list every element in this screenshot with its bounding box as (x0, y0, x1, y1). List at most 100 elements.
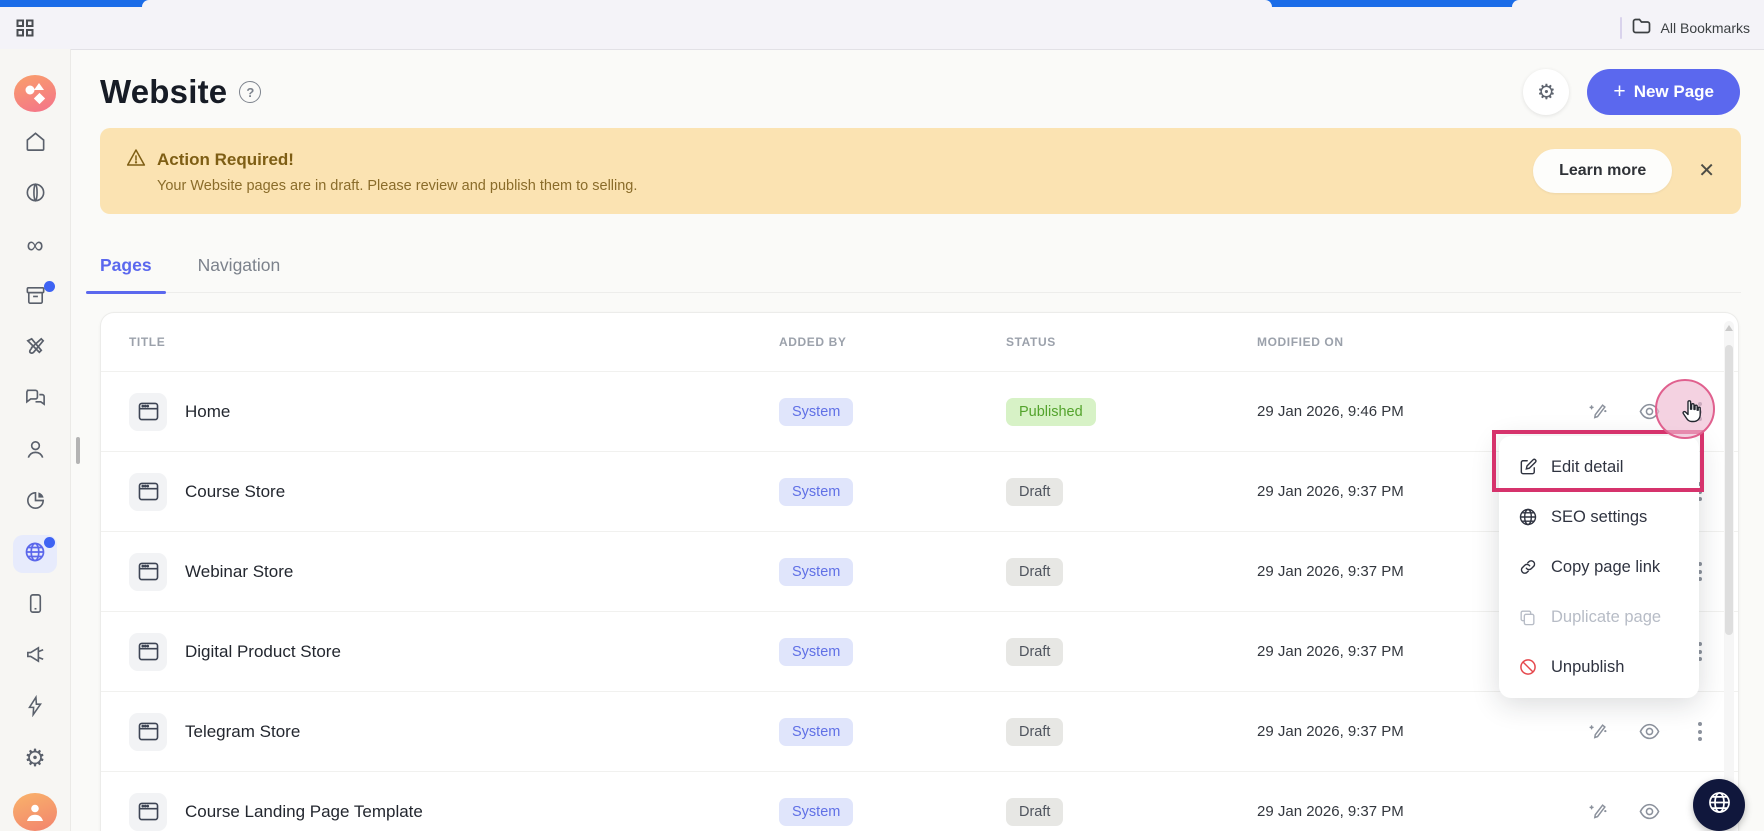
status-badge: Draft (1006, 717, 1064, 746)
edit-wand-icon[interactable] (1586, 800, 1610, 824)
table-header: TITLE ADDED BY STATUS MODIFIED ON (101, 313, 1738, 371)
website-floating-button[interactable] (1693, 779, 1745, 831)
page-icon (129, 392, 167, 431)
page-icon (129, 472, 167, 511)
sidebar-item-contacts[interactable] (13, 432, 57, 470)
click-highlight-circle (1655, 379, 1715, 439)
close-icon[interactable]: ✕ (1698, 161, 1715, 181)
row-title: Digital Product Store (185, 641, 341, 661)
archive-icon (24, 284, 47, 312)
edit-wand-icon[interactable] (1586, 400, 1610, 424)
modified-on: 29 Jan 2026, 9:37 PM (1257, 723, 1404, 740)
row-title: Home (185, 401, 231, 421)
row-title: Webinar Store (185, 561, 294, 581)
status-badge: Draft (1006, 797, 1064, 826)
table-row[interactable]: Telegram Store System Draft 29 Jan 2026,… (101, 691, 1738, 771)
duplicate-icon (1517, 607, 1538, 628)
panel-drag-handle[interactable] (76, 437, 80, 464)
page-icon (129, 552, 167, 591)
globe-icon (1706, 789, 1733, 821)
tools-icon (24, 335, 47, 363)
infinity-icon: ∞ (26, 232, 44, 260)
row-title: Course Store (185, 481, 286, 501)
table-row[interactable]: Digital Product Store System Draft 29 Ja… (101, 611, 1738, 691)
status-badge: Draft (1006, 477, 1064, 506)
row-title: Telegram Store (185, 721, 301, 741)
page-title: Website (100, 73, 228, 110)
sidebar-item-tools[interactable] (13, 330, 57, 368)
edit-wand-icon[interactable] (1586, 720, 1610, 744)
new-page-button[interactable]: + New Page (1587, 69, 1740, 115)
modified-on: 29 Jan 2026, 9:37 PM (1257, 803, 1404, 820)
link-icon (1517, 557, 1538, 578)
banner-title: Action Required! (157, 150, 294, 169)
scrollbar-up-arrow[interactable] (1725, 325, 1733, 331)
status-badge: Draft (1006, 637, 1064, 666)
pie-chart-icon (24, 489, 47, 517)
added-by-badge: System (779, 717, 854, 746)
warning-icon (126, 148, 146, 172)
screen: All Bookmarks ∞ ⚙ Website ? ⚙ + New Page… (0, 0, 1764, 831)
user-icon (24, 438, 47, 466)
tab-navigation[interactable]: Navigation (198, 255, 281, 292)
column-modified-on: MODIFIED ON (1257, 335, 1344, 349)
sidebar-item-analytics[interactable] (13, 484, 57, 522)
preview-eye-icon[interactable] (1637, 720, 1661, 744)
table-row[interactable]: Webinar Store System Draft 29 Jan 2026, … (101, 531, 1738, 611)
sidebar: ∞ ⚙ (0, 49, 71, 831)
sidebar-item-settings[interactable]: ⚙ (13, 740, 57, 778)
apps-grid-icon[interactable] (13, 16, 37, 40)
notification-dot (44, 280, 55, 292)
globe-icon (1517, 507, 1538, 528)
annotation-highlight-box (1492, 430, 1704, 492)
folder-icon (1632, 18, 1651, 39)
sidebar-item-mobile-app[interactable] (13, 586, 57, 624)
browser-tab-shape-right (1512, 0, 1764, 7)
table-scrollbar[interactable] (1724, 321, 1734, 826)
sidebar-item-marketing[interactable] (13, 638, 57, 676)
browser-window-edge (0, 0, 1764, 7)
plus-icon: + (1613, 80, 1626, 103)
learn-more-button[interactable]: Learn more (1533, 149, 1673, 193)
menu-item-copy-page-link[interactable]: Copy page link (1499, 542, 1699, 592)
notification-dot (44, 537, 55, 549)
sidebar-item-memberships[interactable]: ∞ (13, 227, 57, 265)
sidebar-item-courses[interactable] (13, 176, 57, 214)
help-icon[interactable]: ? (239, 81, 262, 103)
sidebar-item-website[interactable] (13, 535, 57, 574)
added-by-badge: System (779, 637, 854, 666)
column-status: STATUS (1006, 335, 1056, 349)
sidebar-item-automations[interactable] (13, 689, 57, 727)
menu-item-seo-settings[interactable]: SEO settings (1499, 492, 1699, 542)
home-icon (24, 130, 47, 158)
all-bookmarks-label[interactable]: All Bookmarks (1661, 20, 1750, 36)
sidebar-item-home[interactable] (13, 125, 57, 163)
status-badge: Published (1006, 397, 1096, 426)
sidebar-item-messages[interactable] (13, 381, 57, 419)
pages-table: TITLE ADDED BY STATUS MODIFIED ON Home S… (100, 312, 1739, 831)
modified-on: 29 Jan 2026, 9:46 PM (1257, 403, 1404, 420)
megaphone-icon (24, 643, 47, 671)
bookmarks-bar: All Bookmarks (0, 7, 1764, 50)
courses-icon (24, 181, 47, 209)
gear-icon: ⚙ (24, 745, 46, 773)
user-avatar[interactable] (13, 792, 57, 831)
row-menu-kebab-icon[interactable] (1688, 722, 1712, 741)
column-title: TITLE (129, 335, 166, 349)
phone-icon (24, 592, 47, 620)
page-icon (129, 632, 167, 671)
app-logo[interactable] (14, 75, 56, 112)
preview-eye-icon[interactable] (1637, 800, 1661, 824)
tab-pages[interactable]: Pages (86, 255, 166, 294)
bookmarks-separator (1619, 17, 1622, 39)
banner-message: Your Website pages are in draft. Please … (157, 178, 638, 194)
added-by-badge: System (779, 397, 854, 426)
table-row[interactable]: Course Landing Page Template System Draf… (101, 771, 1738, 831)
sidebar-item-store[interactable] (13, 279, 57, 317)
scrollbar-thumb[interactable] (1725, 345, 1733, 635)
row-title: Course Landing Page Template (185, 801, 423, 821)
page-settings-button[interactable]: ⚙ (1523, 69, 1570, 115)
browser-tab-shape (142, 0, 1272, 7)
menu-item-unpublish[interactable]: Unpublish (1499, 642, 1699, 692)
menu-item-duplicate-page[interactable]: Duplicate page (1499, 592, 1699, 642)
